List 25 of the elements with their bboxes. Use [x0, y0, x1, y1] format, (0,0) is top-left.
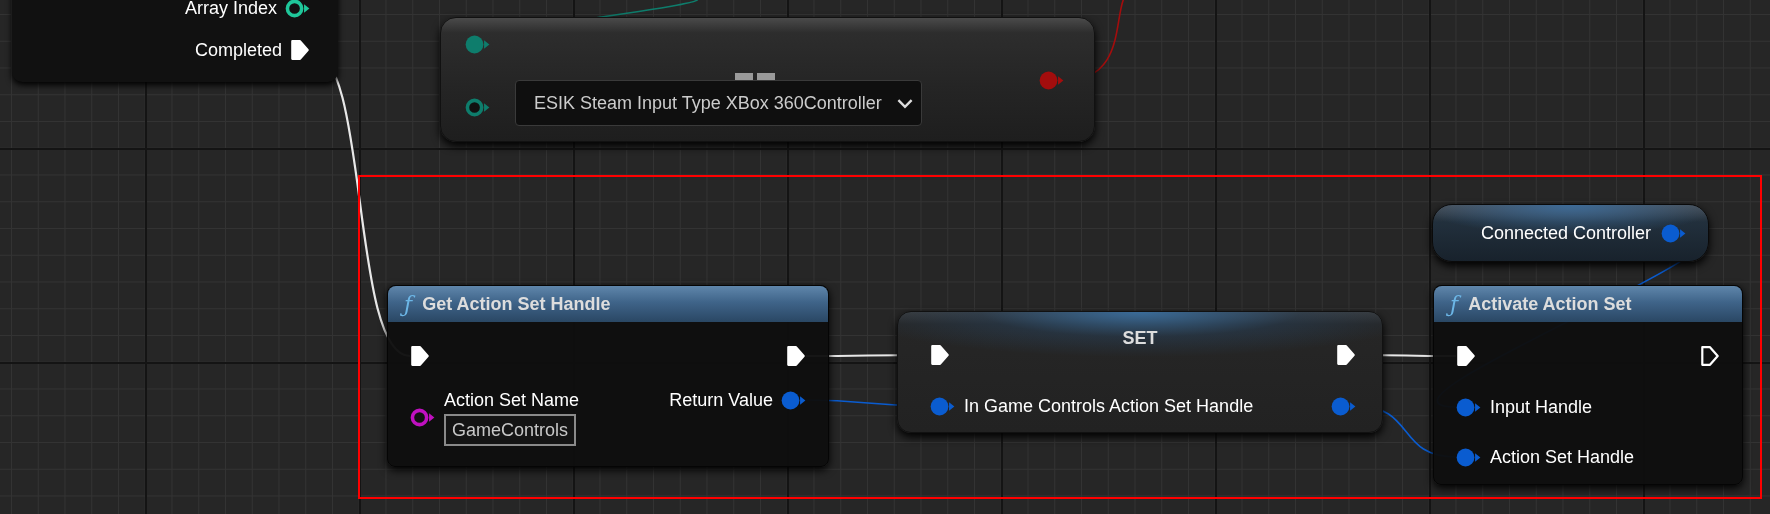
pin-label: In Game Controls Action Set Handle — [964, 395, 1254, 417]
pin-label: Return Value — [669, 389, 773, 411]
data-pin-icon[interactable] — [465, 98, 490, 117]
exec-pin-icon[interactable] — [1336, 344, 1356, 366]
exec-pin-icon[interactable] — [1456, 345, 1476, 367]
node-title: SET — [1121, 327, 1159, 350]
pin-label: Action Set Name — [444, 389, 580, 411]
pin-label: Completed — [194, 39, 282, 61]
node-title: Get Action Set Handle — [422, 293, 611, 315]
pin-label: Connected Controller — [1480, 222, 1651, 244]
data-pin-icon[interactable] — [410, 408, 435, 427]
equals-icon — [735, 73, 775, 80]
exec-pin-icon[interactable] — [290, 39, 310, 61]
node-title: Activate Action Set — [1468, 293, 1632, 315]
data-pin-icon[interactable] — [285, 0, 310, 18]
pin-label: Input Handle — [1490, 396, 1593, 418]
text-field[interactable]: GameControls — [444, 414, 577, 446]
pin-label: Array Index — [184, 0, 277, 19]
pin-label: Action Set Handle — [1490, 446, 1635, 468]
exec-pin-icon[interactable] — [786, 345, 806, 367]
exec-pin-icon[interactable] — [930, 344, 950, 366]
enum-dropdown[interactable]: ESIK Steam Input Type XBox 360Controller — [515, 80, 922, 126]
chevron-down-icon — [895, 97, 914, 109]
exec-pin-icon[interactable] — [1700, 345, 1720, 367]
exec-pin-icon[interactable] — [410, 345, 430, 367]
